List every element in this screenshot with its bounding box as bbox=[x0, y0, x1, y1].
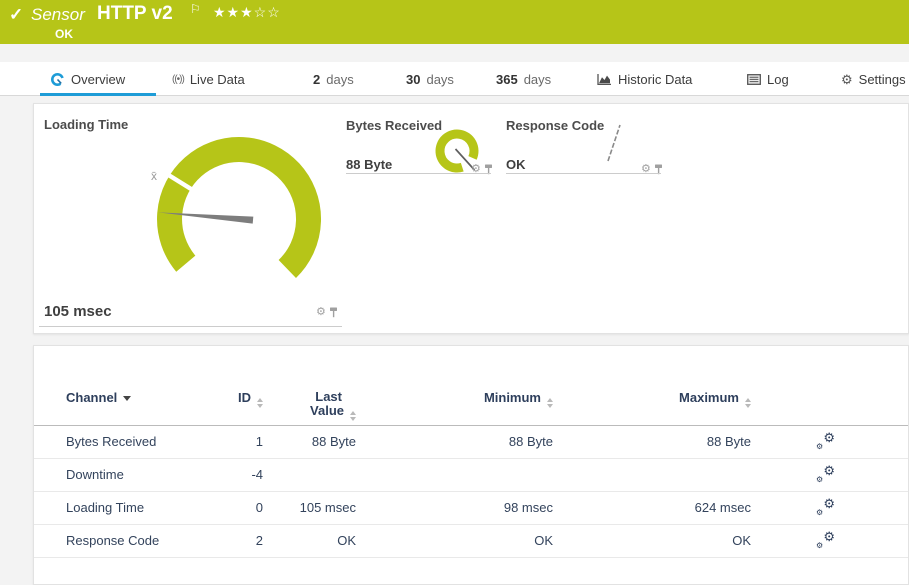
bytes-received-divider bbox=[346, 173, 491, 174]
cell-id: 2 bbox=[174, 525, 263, 557]
tab-log-label: Log bbox=[767, 72, 789, 87]
sensor-title: HTTP v2 bbox=[97, 3, 173, 25]
tab-30-days-label: days bbox=[426, 72, 453, 87]
tab-2-days-label: days bbox=[326, 72, 353, 87]
channel-table-header: Channel ID Last Value Minimum Maximum bbox=[34, 346, 908, 426]
tab-2-days-number: 2 bbox=[313, 72, 320, 87]
tab-settings-label: Settings bbox=[859, 72, 906, 87]
sensor-status-text: OK bbox=[55, 27, 73, 41]
gauge-needle bbox=[608, 125, 620, 161]
cell-id: 1 bbox=[174, 426, 263, 458]
table-row: Bytes Received 1 88 Byte 88 Byte 88 Byte… bbox=[34, 426, 908, 459]
tab-historic-data-label: Historic Data bbox=[618, 72, 692, 87]
active-tab-underline bbox=[40, 93, 156, 96]
channel-settings-gears-icon[interactable]: ⚙⚙ bbox=[816, 533, 835, 550]
header-id-label: ID bbox=[238, 390, 251, 405]
sort-icon bbox=[257, 398, 263, 408]
cell-id: 0 bbox=[174, 492, 263, 524]
header-minimum-label: Minimum bbox=[484, 390, 541, 405]
average-marker-label: x̄ bbox=[151, 169, 157, 183]
header-id[interactable]: ID bbox=[174, 390, 263, 408]
tab-live-data[interactable]: ((•)) Live Data bbox=[172, 62, 245, 96]
cell-last-value: 105 msec bbox=[266, 492, 356, 524]
loading-time-gauge: x̄ bbox=[139, 124, 339, 294]
cell-maximum: 88 Byte bbox=[621, 426, 751, 458]
gauge-icon bbox=[50, 72, 65, 87]
tab-overview[interactable]: Overview bbox=[50, 62, 125, 96]
loading-time-divider bbox=[39, 326, 342, 327]
cell-minimum: 98 msec bbox=[423, 492, 553, 524]
bytes-received-value: 88 Byte bbox=[346, 157, 392, 172]
flag-icon: ⚐ bbox=[190, 2, 201, 16]
tab-live-data-label: Live Data bbox=[190, 72, 245, 87]
cell-maximum: 624 msec bbox=[621, 492, 751, 524]
tab-365-days-number: 365 bbox=[496, 72, 518, 87]
loading-time-title: Loading Time bbox=[44, 117, 128, 132]
cell-id: -4 bbox=[174, 459, 263, 491]
response-code-title: Response Code bbox=[506, 118, 604, 133]
tab-2-days[interactable]: 2 days bbox=[313, 62, 354, 96]
cell-minimum: 88 Byte bbox=[423, 426, 553, 458]
live-data-icon: ((•)) bbox=[172, 74, 184, 85]
sort-icon bbox=[547, 398, 553, 408]
sensor-header: ✓ Sensor HTTP v2 ⚐ ★★★☆☆ OK bbox=[0, 0, 909, 44]
sort-icon bbox=[350, 411, 356, 421]
header-maximum[interactable]: Maximum bbox=[621, 390, 751, 408]
loading-time-panel-actions[interactable]: ⚙ bbox=[316, 307, 338, 318]
cell-channel: Bytes Received bbox=[66, 426, 156, 458]
gauges-panel: Loading Time x̄ 0 msec 624 msec 105 msec… bbox=[33, 103, 909, 334]
header-channel-label: Channel bbox=[66, 390, 117, 405]
channel-table-panel: Channel ID Last Value Minimum Maximum By… bbox=[33, 345, 909, 585]
header-last-value[interactable]: Last Value bbox=[266, 390, 356, 421]
cell-channel: Loading Time bbox=[66, 492, 144, 524]
channel-settings-gears-icon[interactable]: ⚙⚙ bbox=[816, 500, 835, 517]
sensor-kind-label: Sensor bbox=[31, 5, 85, 25]
gear-icon[interactable]: ⚙ bbox=[316, 307, 326, 318]
table-row: Response Code 2 OK OK OK ⚙⚙ bbox=[34, 525, 908, 558]
tab-overview-label: Overview bbox=[71, 72, 125, 87]
tab-365-days-label: days bbox=[524, 72, 551, 87]
tab-settings[interactable]: ⚙ Settings bbox=[841, 62, 906, 96]
prtg-sensor-page: { "colors": { "accent_green": "#b6c518",… bbox=[0, 0, 909, 562]
header-last-value-line1: Last bbox=[266, 390, 356, 404]
pin-icon[interactable] bbox=[329, 307, 338, 318]
area-chart-icon bbox=[596, 73, 612, 86]
table-row: Loading Time 0 105 msec 98 msec 624 msec… bbox=[34, 492, 908, 525]
sort-icon bbox=[745, 398, 751, 408]
channel-settings-gears-icon[interactable]: ⚙⚙ bbox=[816, 467, 835, 484]
sort-desc-icon bbox=[123, 396, 131, 401]
tab-30-days-number: 30 bbox=[406, 72, 420, 87]
tab-365-days[interactable]: 365 days bbox=[496, 62, 551, 96]
cell-channel: Downtime bbox=[66, 459, 124, 491]
channel-settings-gears-icon[interactable]: ⚙⚙ bbox=[816, 434, 835, 451]
response-code-gauge bbox=[599, 119, 629, 167]
table-row: Downtime -4 ⚙⚙ bbox=[34, 459, 908, 492]
settings-gear-icon: ⚙ bbox=[841, 73, 853, 86]
response-code-divider bbox=[506, 173, 661, 174]
loading-time-value: 105 msec bbox=[44, 303, 112, 320]
priority-stars[interactable]: ★★★☆☆ bbox=[213, 4, 281, 21]
cell-minimum: OK bbox=[423, 525, 553, 557]
bytes-received-title: Bytes Received bbox=[346, 118, 442, 133]
tab-bar: Overview ((•)) Live Data 2 days 30 days … bbox=[0, 62, 909, 96]
cell-last-value: OK bbox=[266, 525, 356, 557]
tab-historic-data[interactable]: Historic Data bbox=[596, 62, 692, 96]
tab-30-days[interactable]: 30 days bbox=[406, 62, 454, 96]
log-list-icon bbox=[747, 74, 761, 85]
response-code-value: OK bbox=[506, 157, 526, 172]
header-minimum[interactable]: Minimum bbox=[423, 390, 553, 408]
tab-log[interactable]: Log bbox=[747, 62, 789, 96]
header-last-value-line2: Value bbox=[310, 403, 344, 418]
cell-channel: Response Code bbox=[66, 525, 159, 557]
header-maximum-label: Maximum bbox=[679, 390, 739, 405]
cell-maximum: OK bbox=[621, 525, 751, 557]
header-channel[interactable]: Channel bbox=[66, 390, 131, 405]
cell-last-value: 88 Byte bbox=[266, 426, 356, 458]
status-ok-check-icon: ✓ bbox=[9, 5, 23, 25]
